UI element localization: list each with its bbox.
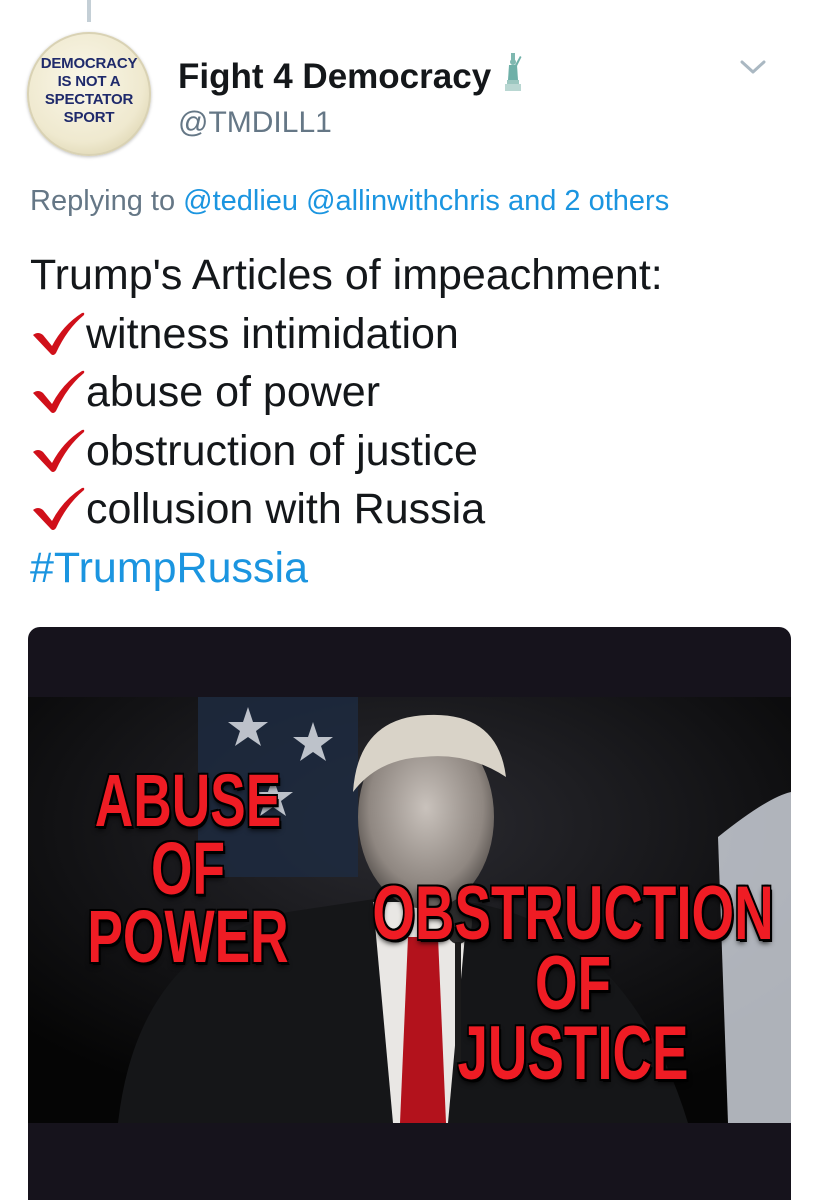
caption-right-line: JUSTICE	[457, 1011, 689, 1096]
red-check-mark-icon	[30, 311, 86, 357]
avatar-button-text: DEMOCRACY IS NOT A SPECTATOR SPORT	[41, 55, 138, 127]
user-handle[interactable]: @TMDILL1	[178, 106, 332, 140]
avatar-text-line: IS NOT A	[57, 73, 121, 90]
tweet-title: Trump's Articles of impeachment:	[30, 251, 663, 299]
tweet-list-item: obstruction of justice	[30, 422, 663, 481]
caption-left-line: POWER	[87, 895, 289, 978]
tweet-list-item: witness intimidation	[30, 305, 663, 364]
tweet-list-item-text: witness intimidation	[86, 309, 459, 358]
tweet-text: Trump's Articles of impeachment: witness…	[30, 246, 663, 597]
display-name[interactable]: Fight 4 Democracy	[178, 52, 525, 101]
caption-right-line: OBSTRUCTION	[372, 871, 774, 956]
reply-mentions-link[interactable]: @tedlieu @allinwithchris and 2 others	[183, 185, 669, 217]
avatar-text-line: DEMOCRACY	[40, 55, 138, 72]
tweet-list-item: collusion with Russia	[30, 480, 663, 539]
avatar[interactable]: DEMOCRACY IS NOT A SPECTATOR SPORT	[27, 32, 151, 156]
red-check-mark-icon	[30, 486, 86, 532]
replying-to-label: Replying to	[30, 185, 176, 217]
caption-right: OBSTRUCTION OF JUSTICE	[371, 871, 774, 1096]
chevron-down-icon[interactable]	[736, 52, 770, 82]
tweet-list-item-text: abuse of power	[86, 368, 381, 416]
red-check-mark-icon	[30, 369, 86, 415]
hashtag-link[interactable]: #TrumpRussia	[30, 539, 663, 598]
red-check-mark-icon	[30, 428, 86, 474]
tweet-list-item-text: obstruction of justice	[86, 426, 478, 475]
replying-to-line: Replying to @tedlieu @allinwithchris and…	[30, 185, 669, 218]
caption-right-line: OF	[534, 941, 611, 1026]
statue-of-liberty-icon	[501, 52, 525, 101]
caption-left-line: OF	[150, 827, 225, 910]
avatar-text-line: SPECTATOR	[44, 91, 134, 108]
caption-left: ABUSE OF POWER	[87, 759, 289, 978]
tweet-media[interactable]: ABUSE OF POWER OBSTRUCTION OF JUSTICE	[28, 627, 791, 1200]
thread-connector-line	[87, 0, 91, 22]
display-name-text[interactable]: Fight 4 Democracy	[178, 57, 491, 97]
avatar-text-line: SPORT	[63, 109, 115, 126]
caption-left-line: ABUSE	[94, 759, 282, 842]
media-image[interactable]: ABUSE OF POWER OBSTRUCTION OF JUSTICE	[28, 697, 791, 1123]
tweet-list-item-text: collusion with Russia	[86, 485, 486, 533]
tweet-list-item: abuse of power	[30, 363, 663, 422]
